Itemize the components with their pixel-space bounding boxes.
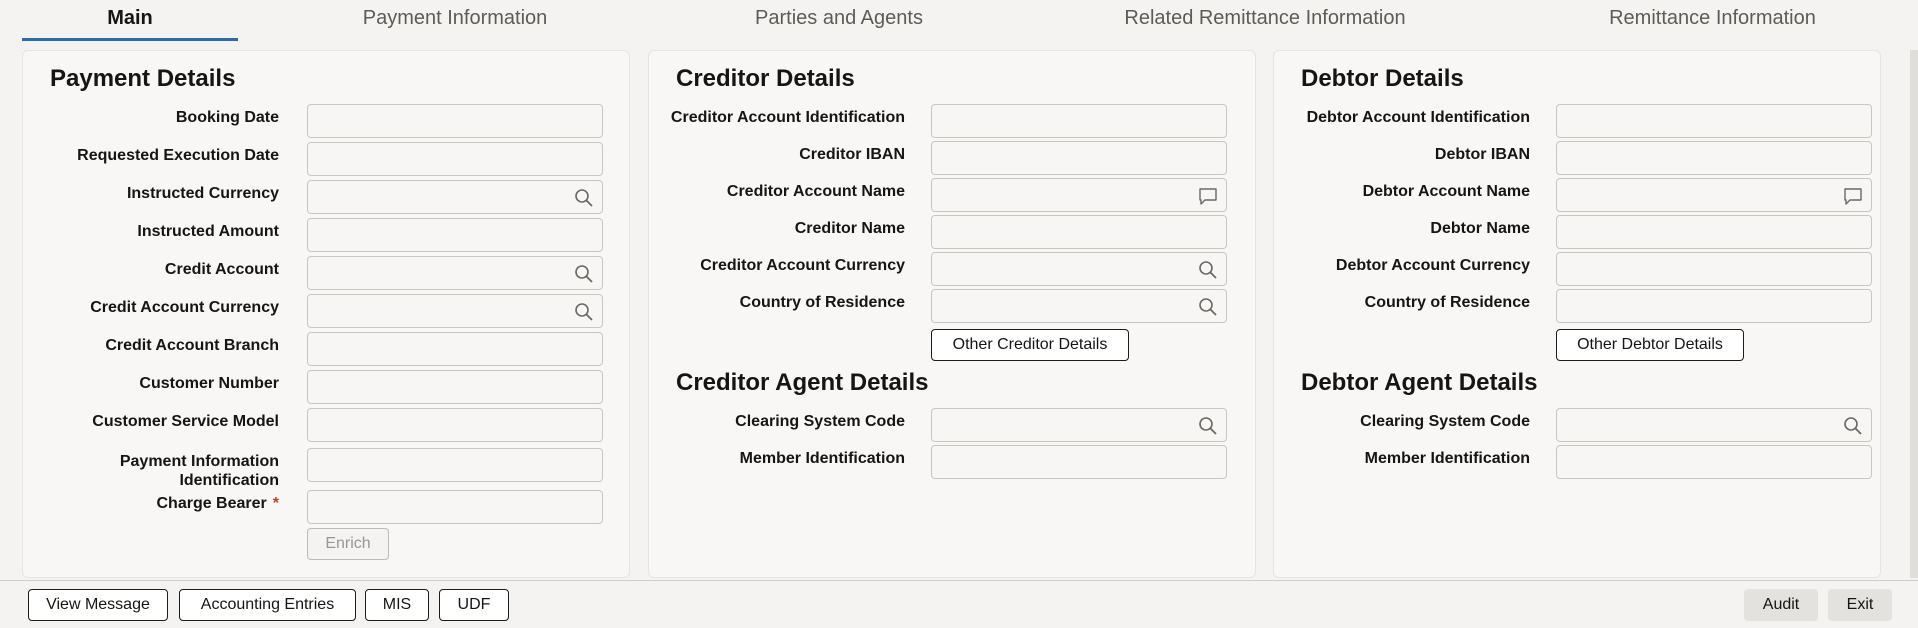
debtor-account-identification-field[interactable]: [1556, 104, 1872, 138]
tab-parties-and-agents[interactable]: Parties and Agents: [730, 0, 948, 40]
debtor-member-identification-label: Member Identification: [1364, 450, 1530, 467]
search-icon[interactable]: [574, 188, 594, 208]
search-icon[interactable]: [1198, 416, 1218, 436]
customer-service-model-label: Customer Service Model: [92, 413, 279, 430]
udf-button[interactable]: UDF: [439, 589, 509, 621]
credit-account-label: Credit Account: [164, 261, 279, 278]
creditor-member-identification-field[interactable]: [931, 445, 1227, 479]
debtor-clearing-system-code-label: Clearing System Code: [1360, 413, 1530, 430]
creditor-iban-field[interactable]: [931, 141, 1227, 175]
debtor-account-currency-field[interactable]: [1556, 252, 1872, 286]
search-icon[interactable]: [574, 302, 594, 322]
debtor-clearing-system-code-field[interactable]: [1556, 408, 1872, 442]
creditor-account-currency-field[interactable]: [931, 252, 1227, 286]
tab-bar: Main Payment Information Parties and Age…: [0, 0, 1918, 42]
tab-related-remittance-information[interactable]: Related Remittance Information: [1115, 0, 1415, 40]
payment-details-panel: Payment Details Booking Date Requested E…: [22, 50, 630, 578]
comment-icon[interactable]: [1843, 186, 1863, 206]
instructed-amount-field[interactable]: [307, 218, 603, 252]
debtor-name-label: Debtor Name: [1430, 220, 1530, 237]
payment-information-identification-field[interactable]: [307, 448, 603, 482]
debtor-account-name-field[interactable]: [1556, 178, 1872, 212]
debtor-name-field[interactable]: [1556, 215, 1872, 249]
creditor-account-identification-label: Creditor Account Identification: [670, 109, 905, 126]
creditor-member-identification-label: Member Identification: [739, 450, 905, 467]
creditor-agent-details-title: Creditor Agent Details: [676, 369, 929, 396]
credit-account-currency-field[interactable]: [307, 294, 603, 328]
other-debtor-details-button[interactable]: Other Debtor Details: [1556, 329, 1744, 361]
view-message-button[interactable]: View Message: [28, 589, 168, 621]
debtor-details-title: Debtor Details: [1301, 65, 1464, 92]
booking-date-field[interactable]: [307, 104, 603, 138]
creditor-name-field[interactable]: [931, 215, 1227, 249]
debtor-iban-label: Debtor IBAN: [1434, 146, 1530, 163]
creditor-clearing-system-code-label: Clearing System Code: [735, 413, 905, 430]
credit-account-branch-label: Credit Account Branch: [105, 337, 279, 354]
tab-payment-information[interactable]: Payment Information: [335, 0, 575, 40]
creditor-account-name-field[interactable]: [931, 178, 1227, 212]
customer-service-model-field[interactable]: [307, 408, 603, 442]
charge-bearer-label: Charge Bearer *: [156, 495, 279, 512]
tab-remittance-information[interactable]: Remittance Information: [1590, 0, 1835, 40]
instructed-amount-label: Instructed Amount: [137, 223, 279, 240]
requested-execution-date-label: Requested Execution Date: [77, 147, 279, 164]
exit-button[interactable]: Exit: [1828, 589, 1892, 621]
enrich-button[interactable]: Enrich: [307, 528, 389, 560]
required-marker: *: [272, 495, 279, 512]
creditor-account-currency-label: Creditor Account Currency: [700, 257, 905, 274]
creditor-iban-label: Creditor IBAN: [799, 146, 905, 163]
creditor-details-title: Creditor Details: [676, 65, 855, 92]
creditor-account-identification-field[interactable]: [931, 104, 1227, 138]
payment-information-label: Payment Information: [119, 453, 279, 470]
debtor-country-of-residence-label: Country of Residence: [1364, 294, 1530, 311]
booking-date-label: Booking Date: [175, 109, 279, 126]
customer-number-label: Customer Number: [139, 375, 279, 392]
search-icon[interactable]: [574, 264, 594, 284]
creditor-country-of-residence-label: Country of Residence: [739, 294, 905, 311]
creditor-clearing-system-code-field[interactable]: [931, 408, 1227, 442]
debtor-country-of-residence-field[interactable]: [1556, 289, 1872, 323]
search-icon[interactable]: [1198, 297, 1218, 317]
debtor-iban-field[interactable]: [1556, 141, 1872, 175]
mis-button[interactable]: MIS: [365, 589, 429, 621]
credit-account-currency-label: Credit Account Currency: [90, 299, 279, 316]
creditor-name-label: Creditor Name: [794, 220, 905, 237]
search-icon[interactable]: [1843, 416, 1863, 436]
payment-details-title: Payment Details: [50, 65, 236, 92]
requested-execution-date-field[interactable]: [307, 142, 603, 176]
creditor-details-panel: Creditor Details Creditor Account Identi…: [648, 50, 1256, 578]
instructed-currency-field[interactable]: [307, 180, 603, 214]
instructed-currency-label: Instructed Currency: [126, 185, 279, 202]
identification-label: Identification: [179, 472, 279, 489]
debtor-agent-details-title: Debtor Agent Details: [1301, 369, 1538, 396]
tab-main[interactable]: Main: [22, 0, 238, 41]
footer-toolbar: View Message Accounting Entries MIS UDF …: [0, 581, 1918, 628]
debtor-account-name-label: Debtor Account Name: [1362, 183, 1530, 200]
debtor-account-currency-label: Debtor Account Currency: [1335, 257, 1530, 274]
credit-account-branch-field[interactable]: [307, 332, 603, 366]
debtor-member-identification-field[interactable]: [1556, 445, 1872, 479]
debtor-details-panel: Debtor Details Debtor Account Identifica…: [1273, 50, 1881, 578]
audit-button[interactable]: Audit: [1744, 589, 1818, 621]
creditor-account-name-label: Creditor Account Name: [726, 183, 905, 200]
debtor-account-identification-label: Debtor Account Identification: [1306, 109, 1530, 126]
vertical-scrollbar[interactable]: [1910, 50, 1918, 578]
other-creditor-details-button[interactable]: Other Creditor Details: [931, 329, 1129, 361]
search-icon[interactable]: [1198, 260, 1218, 280]
creditor-country-of-residence-field[interactable]: [931, 289, 1227, 323]
charge-bearer-field[interactable]: [307, 490, 603, 524]
comment-icon[interactable]: [1198, 186, 1218, 206]
customer-number-field[interactable]: [307, 370, 603, 404]
credit-account-field[interactable]: [307, 256, 603, 290]
accounting-entries-button[interactable]: Accounting Entries: [179, 589, 356, 621]
